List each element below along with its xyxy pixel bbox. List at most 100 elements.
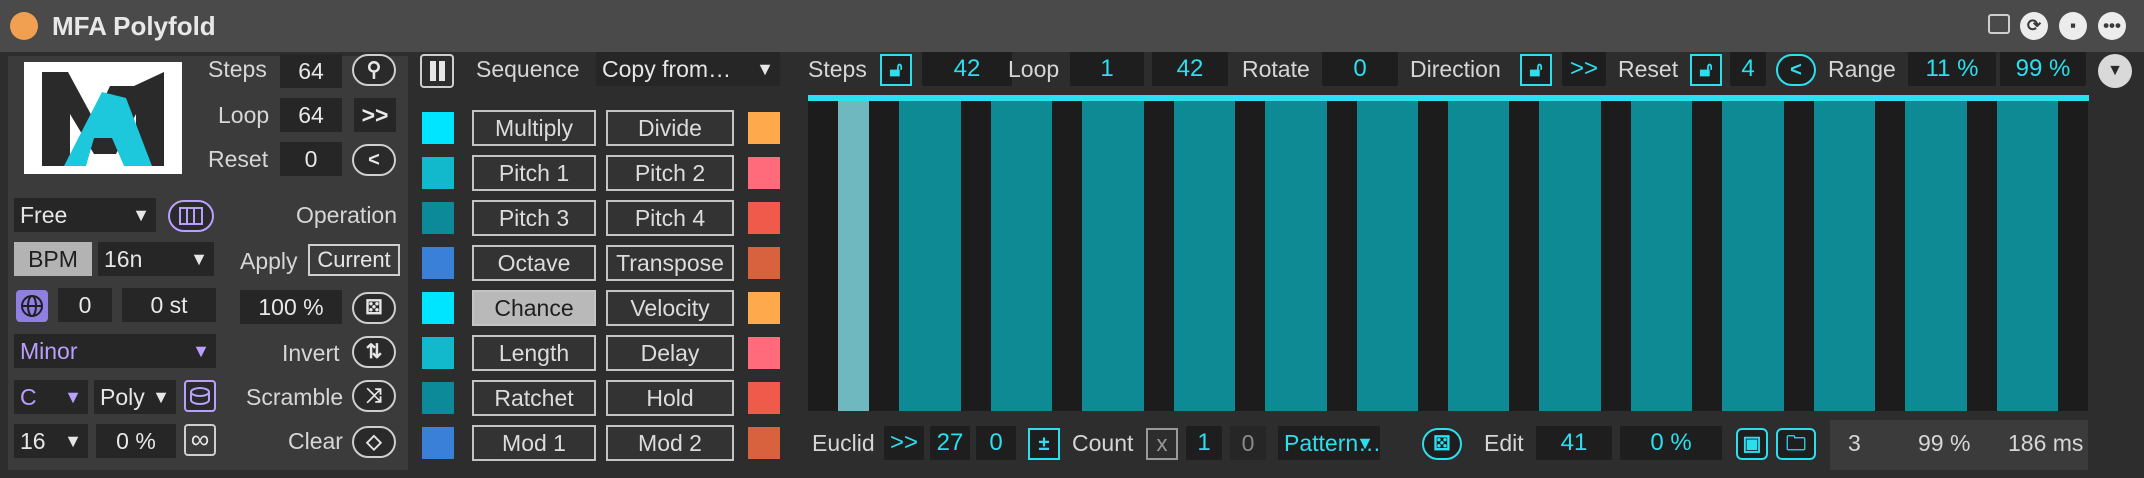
refresh-icon[interactable]: ⟳ [2020,12,2048,40]
reset-value[interactable]: 0 [280,142,342,176]
swing-value[interactable]: 0 % [96,424,176,458]
step-bar[interactable] [1265,95,1297,411]
length-dropdown[interactable]: 16 ▼ [14,424,88,458]
velocity-button[interactable]: Velocity [606,290,734,326]
pattern-dice-icon[interactable]: ⚄ [1422,428,1462,460]
edit-step-value[interactable]: 41 [1536,426,1612,460]
chance-button[interactable]: Chance [472,290,596,326]
key-icon[interactable]: ⚲ [352,54,396,86]
count-x-button[interactable]: x [1146,428,1178,460]
pitch-2-button[interactable]: Pitch 2 [606,155,734,191]
step-bar[interactable] [929,95,961,411]
steps-lock-icon[interactable]: 🔓︎ [880,54,912,86]
range-high-value[interactable]: 99 % [2000,52,2086,86]
grid-steps-value[interactable]: 42 [922,52,1012,86]
eraser-icon[interactable]: ◇ [352,426,396,458]
save-icon[interactable]: ▪ [2059,12,2087,40]
step-bar[interactable] [1630,95,1662,411]
invert-icon[interactable]: ⇅ [352,336,396,368]
direction-value[interactable]: >> [1562,52,1606,86]
length-button[interactable]: Length [472,335,596,371]
semitone-transpose-value[interactable]: 0 st [122,288,216,322]
multiply-button[interactable]: Multiply [472,110,596,146]
euclid-forward-button[interactable]: >> [884,426,924,460]
loop-forward-button[interactable]: >> [354,98,396,132]
delay-button[interactable]: Delay [606,335,734,371]
drum-icon[interactable] [184,380,216,412]
copy-from-dropdown[interactable]: Copy from… ▼ [596,52,780,86]
step-bar[interactable] [990,95,1022,411]
bpm-button[interactable]: BPM [14,242,92,276]
divide-button[interactable]: Divide [606,110,734,146]
direction-lock-icon[interactable]: 🔓︎ [1520,54,1552,86]
euclid-rotate-value[interactable]: 0 [976,426,1016,460]
step-bar[interactable] [1996,95,2028,411]
step-bar[interactable] [1478,95,1510,411]
step-bar[interactable] [1356,95,1388,411]
step-bar[interactable] [1387,95,1419,411]
reset-back-button[interactable]: < [352,144,396,176]
folder-icon[interactable]: 🗀︎ [1776,428,1816,460]
step-bar[interactable] [1722,95,1754,411]
euclid-hits-value[interactable]: 27 [930,426,970,460]
amount-value[interactable]: 100 % [240,290,342,324]
step-bar[interactable] [1569,95,1601,411]
collapse-toggle-icon[interactable]: ▼ [2098,54,2132,88]
device-power-button[interactable] [10,12,38,40]
step-bar[interactable] [1813,95,1845,411]
apply-current-button[interactable]: Current [308,244,400,276]
step-bar[interactable] [1082,95,1114,411]
step-bar[interactable] [838,95,870,411]
rate-dropdown[interactable]: 16n ▼ [98,242,214,276]
loop-start-value[interactable]: 1 [1070,52,1144,86]
range-low-value[interactable]: 11 % [1908,52,1996,86]
count-a-value[interactable]: 1 [1186,426,1222,460]
scale-dropdown[interactable]: Minor ▼ [14,334,216,368]
step-bar[interactable] [1752,95,1784,411]
octave-transpose-value[interactable]: 0 [58,288,112,322]
mode-dropdown[interactable]: Free ▼ [14,198,156,232]
pitch-3-button[interactable]: Pitch 3 [472,200,596,236]
shuffle-icon[interactable]: ⤨ [352,380,396,412]
ratchet-button[interactable]: Ratchet [472,380,596,416]
mod-1-button[interactable]: Mod 1 [472,425,596,461]
pitch-4-button[interactable]: Pitch 4 [606,200,734,236]
step-bar[interactable] [1661,95,1693,411]
step-bar[interactable] [899,95,931,411]
octave-button[interactable]: Octave [472,245,596,281]
step-bar[interactable] [1295,95,1327,411]
loop-end-value[interactable]: 42 [1152,52,1228,86]
infinity-icon[interactable]: ∞ [184,424,216,456]
rotate-value[interactable]: 0 [1322,52,1398,86]
loop-value[interactable]: 64 [280,98,342,132]
step-bar[interactable] [1905,95,1937,411]
mod-2-button[interactable]: Mod 2 [606,425,734,461]
key-dropdown[interactable]: C ▼ [14,380,88,414]
step-bar[interactable] [1539,95,1571,411]
step-bar[interactable] [1448,95,1479,411]
voice-dropdown[interactable]: Poly ▼ [94,380,176,414]
dice-icon[interactable]: ⚄ [352,292,396,324]
transpose-button[interactable]: Transpose [606,245,734,281]
plus-minus-button[interactable]: ± [1028,428,1060,460]
grid-reset-back-button[interactable]: < [1776,54,1816,86]
grid-reset-value[interactable]: 4 [1730,52,1766,86]
step-bar[interactable] [1935,95,1967,411]
step-bar[interactable] [1112,95,1144,411]
step-bar[interactable] [1204,95,1236,411]
pause-icon[interactable] [420,54,454,88]
save-pattern-icon[interactable]: ▣ [1736,428,1768,460]
pattern-dropdown[interactable]: Pattern… ▼ [1278,426,1380,460]
globe-icon[interactable] [16,290,48,322]
step-bar[interactable] [2027,95,2059,411]
step-bar[interactable] [1844,95,1876,411]
step-bar[interactable] [1173,95,1205,411]
screen-icon[interactable] [1988,14,2010,34]
keyboard-icon[interactable] [168,200,214,232]
edit-percent-value[interactable]: 0 % [1620,426,1722,460]
count-b-value[interactable]: 0 [1230,426,1266,460]
hold-button[interactable]: Hold [606,380,734,416]
pitch-1-button[interactable]: Pitch 1 [472,155,596,191]
steps-value[interactable]: 64 [280,54,342,88]
reset-lock-icon[interactable]: 🔓︎ [1690,54,1722,86]
